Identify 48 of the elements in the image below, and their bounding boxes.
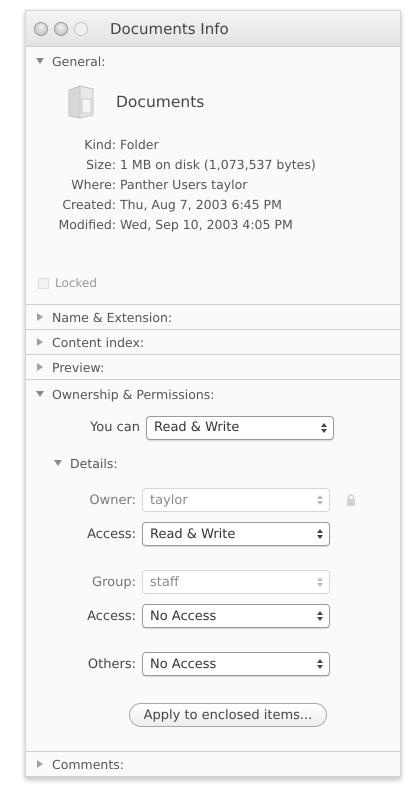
info-value: Thu, Aug 7, 2003 6:45 PM xyxy=(120,197,283,212)
window-title: Documents Info xyxy=(110,20,229,38)
zoom-button[interactable] xyxy=(74,22,88,36)
updown-arrows-icon xyxy=(317,577,323,587)
file-name: Documents xyxy=(116,93,204,111)
field-label: Others: xyxy=(86,656,137,672)
info-value: 1 MB on disk (1,073,537 bytes) xyxy=(120,157,317,172)
updown-arrows-icon xyxy=(317,529,323,539)
field-label: Access: xyxy=(86,608,137,624)
updown-arrows-icon xyxy=(321,422,327,432)
updown-arrows-icon xyxy=(317,611,323,621)
popup-menu[interactable]: Read & Write xyxy=(146,416,334,440)
info-label: Modified: xyxy=(57,217,116,232)
disclosure-triangle-icon[interactable] xyxy=(36,390,44,398)
info-value: Panther Users taylor xyxy=(120,177,248,192)
info-label: Size: xyxy=(85,157,116,172)
info-value: Wed, Sep 10, 2003 4:05 PM xyxy=(120,217,294,232)
disclosure-triangle-icon[interactable] xyxy=(36,338,44,346)
info-label: Created: xyxy=(61,197,116,212)
popup-menu[interactable]: No Access xyxy=(142,604,330,628)
section-title[interactable]: Preview: xyxy=(52,360,104,374)
field-label: Access: xyxy=(86,526,137,542)
updown-arrows-icon xyxy=(317,659,323,669)
disclosure-triangle-icon[interactable] xyxy=(36,313,44,321)
folder-icon xyxy=(66,85,96,119)
close-button[interactable] xyxy=(34,22,48,36)
section-title[interactable]: Ownership & Permissions: xyxy=(52,386,214,402)
updown-arrows-icon xyxy=(317,495,323,505)
field-label: Group: xyxy=(91,574,137,590)
apply-button[interactable]: Apply to enclosed items... xyxy=(128,703,328,727)
details-title[interactable]: Details: xyxy=(70,456,118,470)
popup-menu[interactable]: No Access xyxy=(142,652,330,676)
section-title[interactable]: General: xyxy=(52,54,106,68)
disclosure-triangle-icon[interactable] xyxy=(36,57,44,65)
section-title[interactable]: Content index: xyxy=(52,334,144,350)
disclosure-triangle-icon[interactable] xyxy=(36,760,44,768)
minimize-button[interactable] xyxy=(54,22,68,36)
popup-menu[interactable]: Read & Write xyxy=(142,522,330,546)
info-value: Folder xyxy=(120,137,160,152)
disclosure-triangle-icon[interactable] xyxy=(54,459,62,467)
checkbox-label: Locked xyxy=(55,276,97,290)
field-label: Owner: xyxy=(88,492,137,508)
section-title[interactable]: Comments: xyxy=(52,756,124,772)
info-label: Kind: xyxy=(83,137,116,152)
disclosure-triangle-icon[interactable] xyxy=(36,363,44,371)
field-label: You can xyxy=(89,420,141,435)
section-title[interactable]: Name & Extension: xyxy=(52,310,172,324)
info-label: Where: xyxy=(70,177,116,192)
